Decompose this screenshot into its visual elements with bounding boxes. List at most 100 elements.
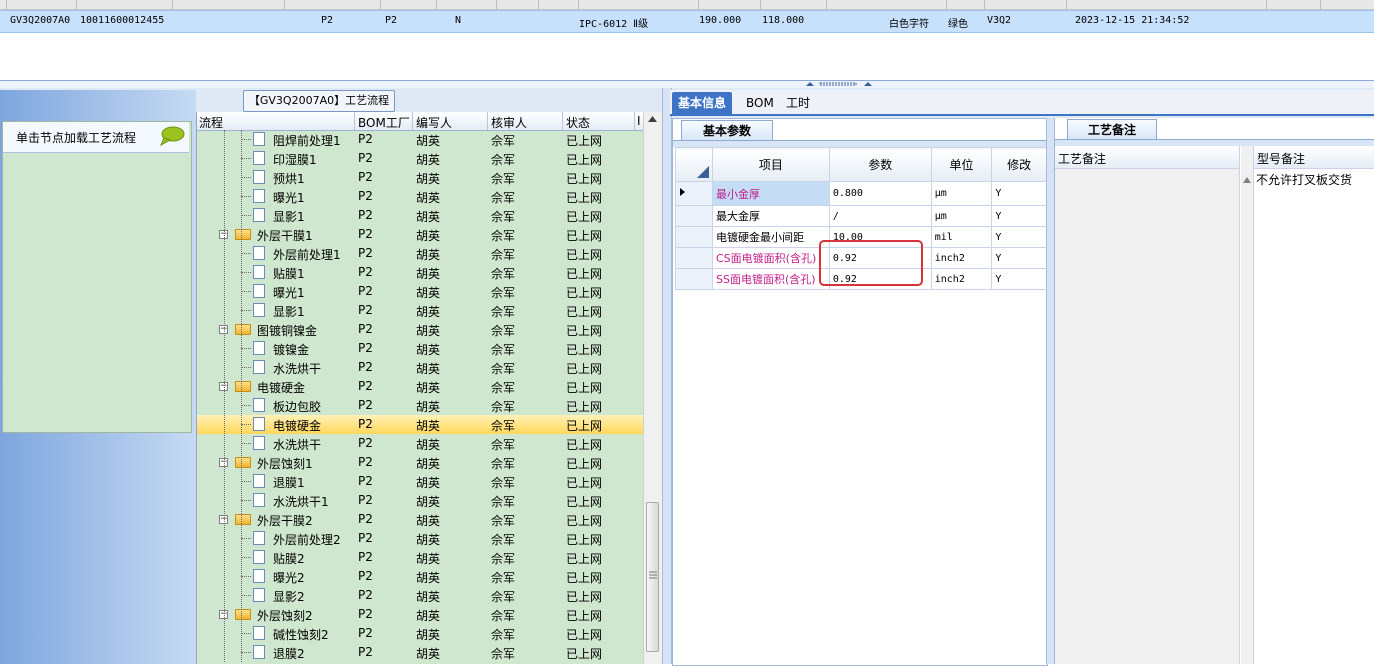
tree-row[interactable]: 退膜1 P2 胡英 佘军 已上网 xyxy=(197,472,643,491)
tab-basic-info[interactable]: 基本信息 xyxy=(672,92,733,114)
param-row[interactable]: 最小金厚 0.800 μm Y xyxy=(675,181,1047,206)
tree-row[interactable]: 贴膜2 P2 胡英 佘军 已上网 xyxy=(197,548,643,567)
tree-row[interactable]: 板边包胶 P2 胡英 佘军 已上网 xyxy=(197,396,643,415)
document-icon xyxy=(253,436,265,450)
col-header-reviewer[interactable]: 核审人 xyxy=(491,114,527,131)
tree-row[interactable]: 曝光1 P2 胡英 佘军 已上网 xyxy=(197,282,643,301)
tree-row[interactable]: 阻焊前处理1 P2 胡英 佘军 已上网 xyxy=(197,130,643,149)
tree-row[interactable]: 显影1 P2 胡英 佘军 已上网 xyxy=(197,206,643,225)
col-header-unit[interactable]: 单位 xyxy=(930,147,993,182)
tree-row[interactable]: 电镀硬金 P2 胡英 佘军 已上网 xyxy=(197,415,643,434)
tree-scroll-thumb[interactable] xyxy=(646,502,659,652)
tree-cell-writer: 胡英 xyxy=(416,153,441,167)
tree-cell-reviewer: 佘军 xyxy=(491,419,516,433)
param-item: CS面电镀面积(含孔) xyxy=(712,247,830,269)
tree-node-name: 图镀铜镍金 xyxy=(257,324,318,338)
tree-cell-writer: 胡英 xyxy=(416,267,441,281)
tree-row[interactable]: 外层前处理1 P2 胡英 佘军 已上网 xyxy=(197,244,643,263)
tree-cell-factory: P2 xyxy=(358,493,373,507)
cell-serial: 10011600012455 xyxy=(80,15,165,26)
tree-cell-writer: 胡英 xyxy=(416,343,441,357)
param-value[interactable]: / xyxy=(828,205,932,227)
row-selector[interactable] xyxy=(675,247,713,269)
tab-bom[interactable]: BOM xyxy=(740,92,780,114)
tree-cell-status: 已上网 xyxy=(566,153,603,167)
tree-cell-status: 已上网 xyxy=(566,419,603,433)
tree-row[interactable]: 水洗烘干 P2 胡英 佘军 已上网 xyxy=(197,358,643,377)
tree-cell-status: 已上网 xyxy=(566,267,603,281)
tree-row[interactable]: 退膜2 P2 胡英 佘军 已上网 xyxy=(197,643,643,662)
corner-triangle-icon xyxy=(697,166,709,178)
tree-node-name: 曝光1 xyxy=(273,191,305,205)
model-remark-text[interactable]: 不允许打叉板交货 xyxy=(1256,171,1352,188)
basic-params-tab[interactable]: 基本参数 xyxy=(681,120,773,141)
tree-row[interactable]: 曝光1 P2 胡英 佘军 已上网 xyxy=(197,187,643,206)
tree-row[interactable]: 显影2 P2 胡英 佘军 已上网 xyxy=(197,586,643,605)
remark-scrollbar[interactable] xyxy=(1241,146,1254,664)
row-selector[interactable] xyxy=(675,268,713,290)
tree-cell-status: 已上网 xyxy=(566,229,603,243)
col-header-process[interactable]: 流程 xyxy=(199,114,223,131)
row-selector[interactable] xyxy=(675,205,713,227)
tree-node-name: 退膜2 xyxy=(273,647,305,661)
tree-row[interactable]: 预烘1 P2 胡英 佘军 已上网 xyxy=(197,168,643,187)
top-grid-selected-row[interactable]: GV3Q2007A0 10011600012455 P2 P2 N IPC-60… xyxy=(0,10,1374,33)
tree-row[interactable]: 碱性蚀刻2 P2 胡英 佘军 已上网 xyxy=(197,624,643,643)
col-header-writer[interactable]: 编写人 xyxy=(416,114,452,131)
tree-cell-factory: P2 xyxy=(358,303,373,317)
tree-cell-reviewer: 佘军 xyxy=(491,609,516,623)
vertical-splitter[interactable] xyxy=(662,88,672,664)
document-icon xyxy=(253,360,265,374)
tab-work-hours[interactable]: 工时 xyxy=(780,92,816,114)
tree-row[interactable]: 镀镍金 P2 胡英 佘军 已上网 xyxy=(197,339,643,358)
tree-row[interactable]: − 外层蚀刻2 P2 胡英 佘军 已上网 xyxy=(197,605,643,624)
process-remark-tab[interactable]: 工艺备注 xyxy=(1067,119,1157,140)
node-load-hint: 单击节点加载工艺流程 xyxy=(16,131,137,145)
row-selector[interactable] xyxy=(675,181,713,206)
tree-row[interactable]: − 外层蚀刻1 P2 胡英 佘军 已上网 xyxy=(197,453,643,472)
tree-cell-status: 已上网 xyxy=(566,381,603,395)
tree-row[interactable]: 贴膜1 P2 胡英 佘军 已上网 xyxy=(197,263,643,282)
col-header-edit[interactable]: 修改 xyxy=(991,147,1047,182)
param-row[interactable]: 最大金厚 / μm Y xyxy=(675,205,1047,227)
scroll-up-arrow-icon[interactable] xyxy=(647,115,658,123)
tree-node-name: 显影1 xyxy=(273,305,305,319)
node-load-header[interactable]: 单击节点加载工艺流程 xyxy=(3,122,189,153)
col-header-extra[interactable]: I xyxy=(637,114,641,128)
tree-row[interactable]: 水洗烘干 P2 胡英 佘军 已上网 xyxy=(197,434,643,453)
tree-node-name: 曝光2 xyxy=(273,571,305,585)
speech-bubble-icon xyxy=(160,126,185,146)
param-value[interactable]: 0.800 xyxy=(828,181,932,206)
tree-cell-reviewer: 佘军 xyxy=(491,305,516,319)
tree-row[interactable]: 曝光2 P2 胡英 佘军 已上网 xyxy=(197,567,643,586)
tree-row[interactable]: − 外层干膜1 P2 胡英 佘军 已上网 xyxy=(197,225,643,244)
tree-row[interactable]: − 外层干膜2 P2 胡英 佘军 已上网 xyxy=(197,510,643,529)
col-header-status[interactable]: 状态 xyxy=(566,114,590,131)
col-header-bom-factory[interactable]: BOM工厂 xyxy=(358,114,410,131)
col-header-value[interactable]: 参数 xyxy=(828,147,932,182)
tree-cell-writer: 胡英 xyxy=(416,438,441,452)
tree-cell-reviewer: 佘军 xyxy=(491,438,516,452)
tree-cell-factory: P2 xyxy=(358,151,373,165)
tree-row[interactable]: 显影1 P2 胡英 佘军 已上网 xyxy=(197,301,643,320)
cell-v1: 190.000 xyxy=(699,15,742,26)
document-icon xyxy=(253,645,265,659)
scroll-up-arrow-icon[interactable] xyxy=(1242,176,1252,184)
param-edit: Y xyxy=(991,247,1047,269)
folder-icon xyxy=(235,514,251,525)
tree-row[interactable]: − 图镀铜镍金 P2 胡英 佘军 已上网 xyxy=(197,320,643,339)
row-selector[interactable] xyxy=(675,226,713,248)
cell-spec: IPC-6012 Ⅱ级 xyxy=(579,19,649,30)
tree-row[interactable]: 外层前处理2 P2 胡英 佘军 已上网 xyxy=(197,529,643,548)
tree-cell-factory: P2 xyxy=(358,607,373,621)
tree-row[interactable]: 水洗烘干1 P2 胡英 佘军 已上网 xyxy=(197,491,643,510)
tree-row[interactable]: − 电镀硬金 P2 胡英 佘军 已上网 xyxy=(197,377,643,396)
tree-cell-writer: 胡英 xyxy=(416,191,441,205)
tab-underline xyxy=(673,140,1047,147)
tree-cell-writer: 胡英 xyxy=(416,381,441,395)
model-remark-label: 型号备注 xyxy=(1257,152,1306,166)
tree-vertical-scrollbar[interactable] xyxy=(643,112,662,664)
tree-row[interactable]: 印湿膜1 P2 胡英 佘军 已上网 xyxy=(197,149,643,168)
tree-cell-writer: 胡英 xyxy=(416,571,441,585)
col-header-item[interactable]: 项目 xyxy=(712,147,830,182)
